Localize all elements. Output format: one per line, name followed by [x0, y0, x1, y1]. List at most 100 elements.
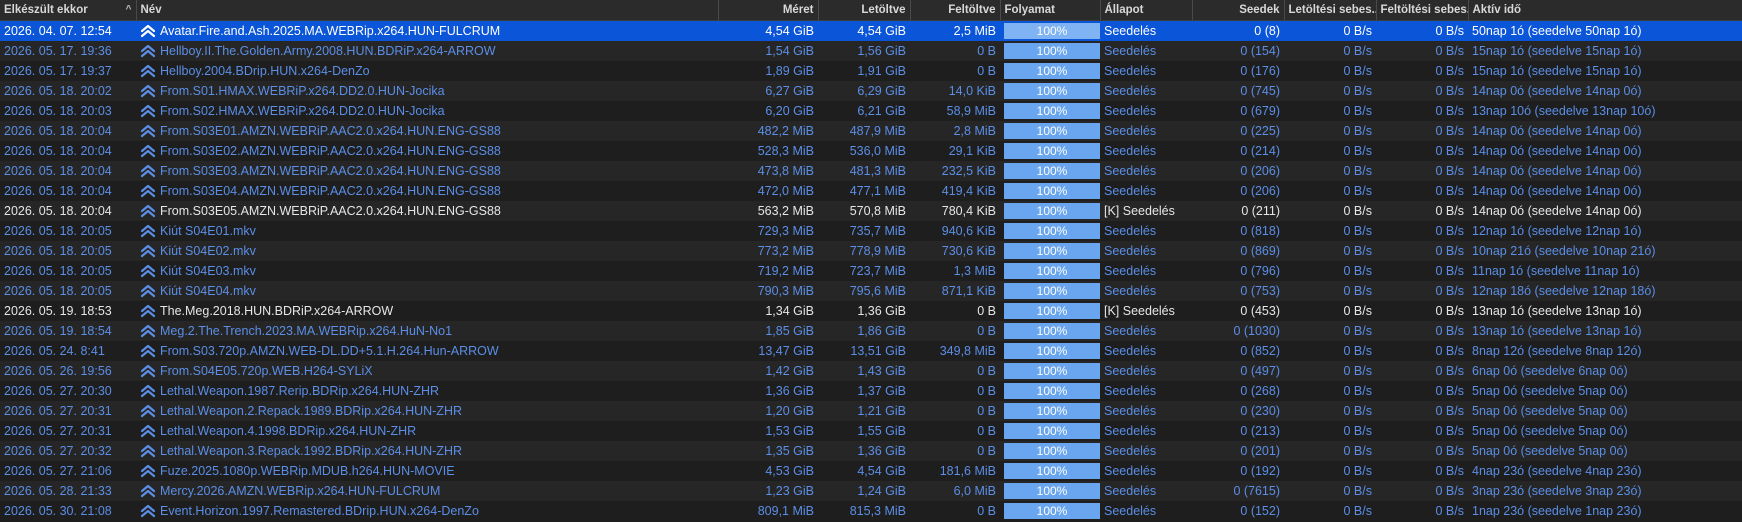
table-row[interactable]: 2026. 05. 18. 20:05 Kiút S04E03.mkv 719,2 … [0, 261, 1742, 281]
state-cell: Seedelés [1100, 281, 1192, 301]
ul-speed-cell: 0 B/s [1376, 61, 1468, 81]
table-row[interactable]: 2026. 05. 27. 20:31 Lethal.Weapon.2.Repac… [0, 401, 1742, 421]
state-cell: [K] Seedelés [1100, 301, 1192, 321]
size-cell: 563,2 MiB [718, 201, 818, 221]
table-row[interactable]: 2026. 05. 30. 21:08 Event.Horizon.1997.Re… [0, 501, 1742, 521]
column-header-dl-speed[interactable]: Letöltési sebes... [1284, 0, 1377, 21]
table-row[interactable]: 2026. 05. 18. 20:04 From.S03E04.AMZN.WEBR… [0, 181, 1742, 201]
column-header-completed[interactable]: Elkészült ekkor ^ [0, 0, 137, 21]
column-header-downloaded[interactable]: Letöltve [818, 0, 911, 21]
completed-cell: 2026. 05. 28. 21:33 [0, 481, 136, 501]
state-cell: Seedelés [1100, 421, 1192, 441]
dl-speed-cell: 0 B/s [1284, 241, 1376, 261]
dl-speed-cell: 0 B/s [1284, 301, 1376, 321]
table-row[interactable]: 2026. 05. 27. 21:06 Fuze.2025.1080p.WEBRi… [0, 461, 1742, 481]
dl-speed-cell: 0 B/s [1284, 441, 1376, 461]
size-cell: 719,2 MiB [718, 261, 818, 281]
torrent-name: Lethal.Weapon.3.Repack.1992.BDRip.x264.H… [160, 444, 463, 458]
torrent-name: From.S04E05.720p.WEB.H264-SYLiX [160, 364, 373, 378]
column-header-size[interactable]: Méret [718, 0, 819, 21]
uploaded-cell: 871,1 KiB [910, 281, 1000, 301]
uploaded-cell: 940,6 KiB [910, 221, 1000, 241]
seeds-cell: 0 (497) [1192, 361, 1284, 381]
seeds-cell: 0 (753) [1192, 281, 1284, 301]
progress-bar: 100% [1004, 203, 1100, 219]
column-header-progress[interactable]: Folyamat [1000, 0, 1101, 21]
uploaded-cell: 780,4 KiB [910, 201, 1000, 221]
column-header-ul-speed[interactable]: Feltöltési sebes... [1376, 0, 1469, 21]
completed-cell: 2026. 05. 18. 20:02 [0, 81, 136, 101]
name-cell: Avatar.Fire.and.Ash.2025.MA.WEBRip.x264.… [136, 20, 718, 41]
table-row[interactable]: 2026. 05. 19. 18:54 Meg.2.The.Trench.2023… [0, 321, 1742, 341]
sort-ascending-icon: ^ [125, 4, 132, 15]
progress-bar: 100% [1004, 443, 1100, 459]
table-row[interactable]: 2026. 05. 24. 8:41 From.S03.720p.AMZN.WEB… [0, 341, 1742, 361]
table-row[interactable]: 2026. 04. 07. 12:54 Avatar.Fire.and.Ash.2… [0, 20, 1742, 41]
table-row[interactable]: 2026. 05. 26. 19:56 From.S04E05.720p.WEB.… [0, 361, 1742, 381]
table-row[interactable]: 2026. 05. 17. 19:37 Hellboy.2004.BDrip.HU… [0, 61, 1742, 81]
table-row[interactable]: 2026. 05. 18. 20:04 From.S03E01.AMZN.WEBR… [0, 121, 1742, 141]
uploaded-cell: 1,3 MiB [910, 261, 1000, 281]
dl-speed-cell: 0 B/s [1284, 261, 1376, 281]
seeds-cell: 0 (679) [1192, 101, 1284, 121]
double-chevron-up-icon [140, 264, 156, 278]
seeds-cell: 0 (1030) [1192, 321, 1284, 341]
table-row[interactable]: 2026. 05. 18. 20:05 Kiút S04E04.mkv 790,3 … [0, 281, 1742, 301]
size-cell: 1,54 GiB [718, 41, 818, 61]
table-row[interactable]: 2026. 05. 18. 20:05 Kiút S04E01.mkv 729,3 … [0, 221, 1742, 241]
table-row[interactable]: 2026. 05. 28. 21:33 Mercy.2026.AMZN.WEBRi… [0, 481, 1742, 501]
table-row[interactable]: 2026. 05. 27. 20:30 Lethal.Weapon.1987.Re… [0, 381, 1742, 401]
progress-bar: 100% [1004, 23, 1100, 39]
state-cell: Seedelés [1100, 441, 1192, 461]
size-cell: 6,20 GiB [718, 101, 818, 121]
active-time-cell: 50nap 1ó (seedelve 50nap 1ó) [1468, 20, 1742, 41]
downloaded-cell: 1,21 GiB [818, 401, 910, 421]
table-row[interactable]: 2026. 05. 18. 20:05 Kiút S04E02.mkv 773,2 … [0, 241, 1742, 261]
table-row[interactable]: 2026. 05. 17. 19:36 Hellboy.II.The.Golden… [0, 41, 1742, 61]
active-time-cell: 14nap 0ó (seedelve 14nap 0ó) [1468, 201, 1742, 221]
active-time-cell: 5nap 0ó (seedelve 5nap 0ó) [1468, 401, 1742, 421]
ul-speed-cell: 0 B/s [1376, 201, 1468, 221]
table-row[interactable]: 2026. 05. 18. 20:04 From.S03E02.AMZN.WEBR… [0, 141, 1742, 161]
column-header-uploaded[interactable]: Feltöltve [910, 0, 1001, 21]
table-row[interactable]: 2026. 05. 18. 20:04 From.S03E03.AMZN.WEBR… [0, 161, 1742, 181]
dl-speed-cell: 0 B/s [1284, 201, 1376, 221]
downloaded-cell: 6,29 GiB [818, 81, 910, 101]
table-row[interactable]: 2026. 05. 27. 20:32 Lethal.Weapon.3.Repac… [0, 441, 1742, 461]
seeds-cell: 0 (869) [1192, 241, 1284, 261]
progress-cell: 100% [1000, 101, 1100, 121]
column-header-state[interactable]: Állapot [1100, 0, 1193, 21]
column-label: Név [140, 4, 162, 16]
double-chevron-up-icon [140, 324, 156, 338]
table-row[interactable]: 2026. 05. 18. 20:04 From.S03E05.AMZN.WEBR… [0, 201, 1742, 221]
progress-cell: 100% [1000, 501, 1100, 521]
table-row[interactable]: 2026. 05. 27. 20:31 Lethal.Weapon.4.1998.… [0, 421, 1742, 441]
downloaded-cell: 1,86 GiB [818, 321, 910, 341]
double-chevron-up-icon [140, 304, 156, 318]
downloaded-cell: 1,56 GiB [818, 41, 910, 61]
column-header-seeds[interactable]: Seedek [1192, 0, 1285, 21]
state-cell: Seedelés [1100, 221, 1192, 241]
active-time-cell: 3nap 23ó (seedelve 3nap 23ó) [1468, 481, 1742, 501]
state-cell: Seedelés [1100, 241, 1192, 261]
progress-bar: 100% [1004, 503, 1100, 519]
name-cell: Lethal.Weapon.1987.Rerip.BDRip.x264.HUN-… [136, 381, 718, 401]
downloaded-cell: 815,3 MiB [818, 501, 910, 521]
double-chevron-up-icon [140, 464, 156, 478]
column-header-name[interactable]: Név [136, 0, 719, 21]
progress-cell: 100% [1000, 121, 1100, 141]
table-row[interactable]: 2026. 05. 18. 20:02 From.S01.HMAX.WEBRiP.… [0, 81, 1742, 101]
column-header-active-time[interactable]: Aktív idő [1468, 0, 1742, 21]
table-row[interactable]: 2026. 05. 19. 18:53 The.Meg.2018.HUN.BDRi… [0, 301, 1742, 321]
progress-cell: 100% [1000, 20, 1100, 41]
torrent-name: The.Meg.2018.HUN.BDRiP.x264-ARROW [160, 304, 394, 318]
double-chevron-up-icon [140, 64, 156, 78]
progress-bar: 100% [1004, 83, 1100, 99]
state-cell: Seedelés [1100, 481, 1192, 501]
progress-bar: 100% [1004, 183, 1100, 199]
name-cell: Hellboy.II.The.Golden.Army.2008.HUN.BDRi… [136, 41, 718, 61]
table-row[interactable]: 2026. 05. 18. 20:03 From.S02.HMAX.WEBRiP.… [0, 101, 1742, 121]
downloaded-cell: 1,91 GiB [818, 61, 910, 81]
progress-bar: 100% [1004, 423, 1100, 439]
progress-bar: 100% [1004, 63, 1100, 79]
